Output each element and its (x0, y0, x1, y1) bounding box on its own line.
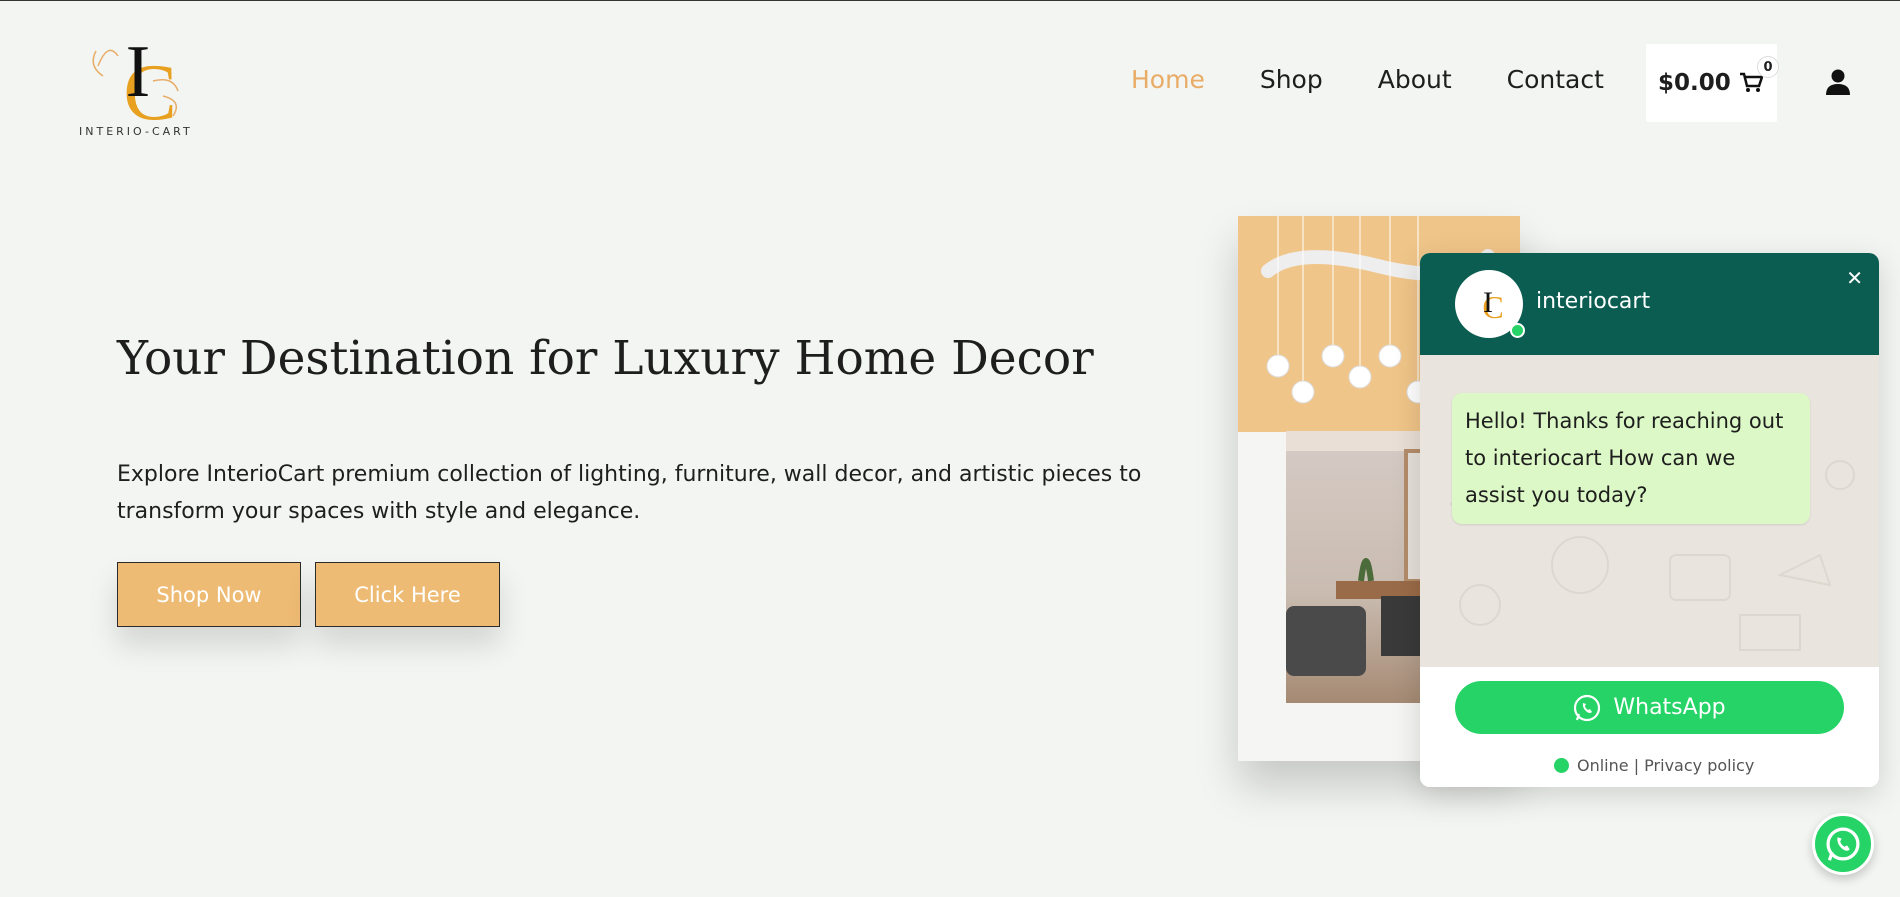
nav-shop[interactable]: Shop (1260, 65, 1323, 94)
svg-text:I: I (1483, 286, 1493, 319)
cart-count-badge: 0 (1757, 56, 1779, 78)
chat-header: C I interiocart ✕ (1420, 253, 1879, 355)
user-icon[interactable] (1824, 68, 1852, 96)
logo-text: INTERIO-CART (79, 125, 193, 138)
svg-text:I: I (126, 31, 151, 113)
nav-about[interactable]: About (1378, 65, 1452, 94)
whatsapp-icon (1574, 694, 1601, 721)
whatsapp-icon (1826, 827, 1860, 861)
chat-status-text[interactable]: Online | Privacy policy (1577, 756, 1754, 775)
close-icon[interactable]: ✕ (1846, 266, 1863, 290)
cart-total: $0.00 (1658, 70, 1731, 96)
chat-body: Hello! Thanks for reaching out to interi… (1420, 355, 1879, 667)
chat-message-bubble: Hello! Thanks for reaching out to interi… (1452, 393, 1810, 524)
cart-icon (1739, 72, 1763, 92)
chat-status: Online | Privacy policy (1554, 756, 1754, 775)
shop-now-button[interactable]: Shop Now (117, 562, 301, 627)
online-indicator (1510, 323, 1525, 338)
click-here-button[interactable]: Click Here (315, 562, 500, 627)
whatsapp-float-button[interactable] (1812, 813, 1874, 875)
main-nav: Home Shop About Contact (1131, 65, 1604, 94)
chat-widget: C I interiocart ✕ Hello! Thanks for reac… (1420, 253, 1879, 787)
hero-description: Explore InterioCart premium collection o… (117, 462, 1142, 524)
nav-home[interactable]: Home (1131, 65, 1205, 94)
cart-button[interactable]: $0.00 0 (1646, 44, 1779, 122)
nav-contact[interactable]: Contact (1507, 65, 1604, 94)
ic-monogram-logo-icon: C I (92, 31, 179, 137)
whatsapp-button[interactable]: WhatsApp (1455, 681, 1844, 734)
whatsapp-button-label: WhatsApp (1613, 695, 1726, 720)
chat-contact-name: interiocart (1536, 289, 1651, 314)
chat-footer: WhatsApp Online | Privacy policy (1420, 667, 1879, 787)
logo[interactable]: C I (78, 21, 198, 141)
hero-title: Your Destination for Luxury Home Decor (117, 331, 1094, 386)
status-dot (1554, 758, 1569, 773)
